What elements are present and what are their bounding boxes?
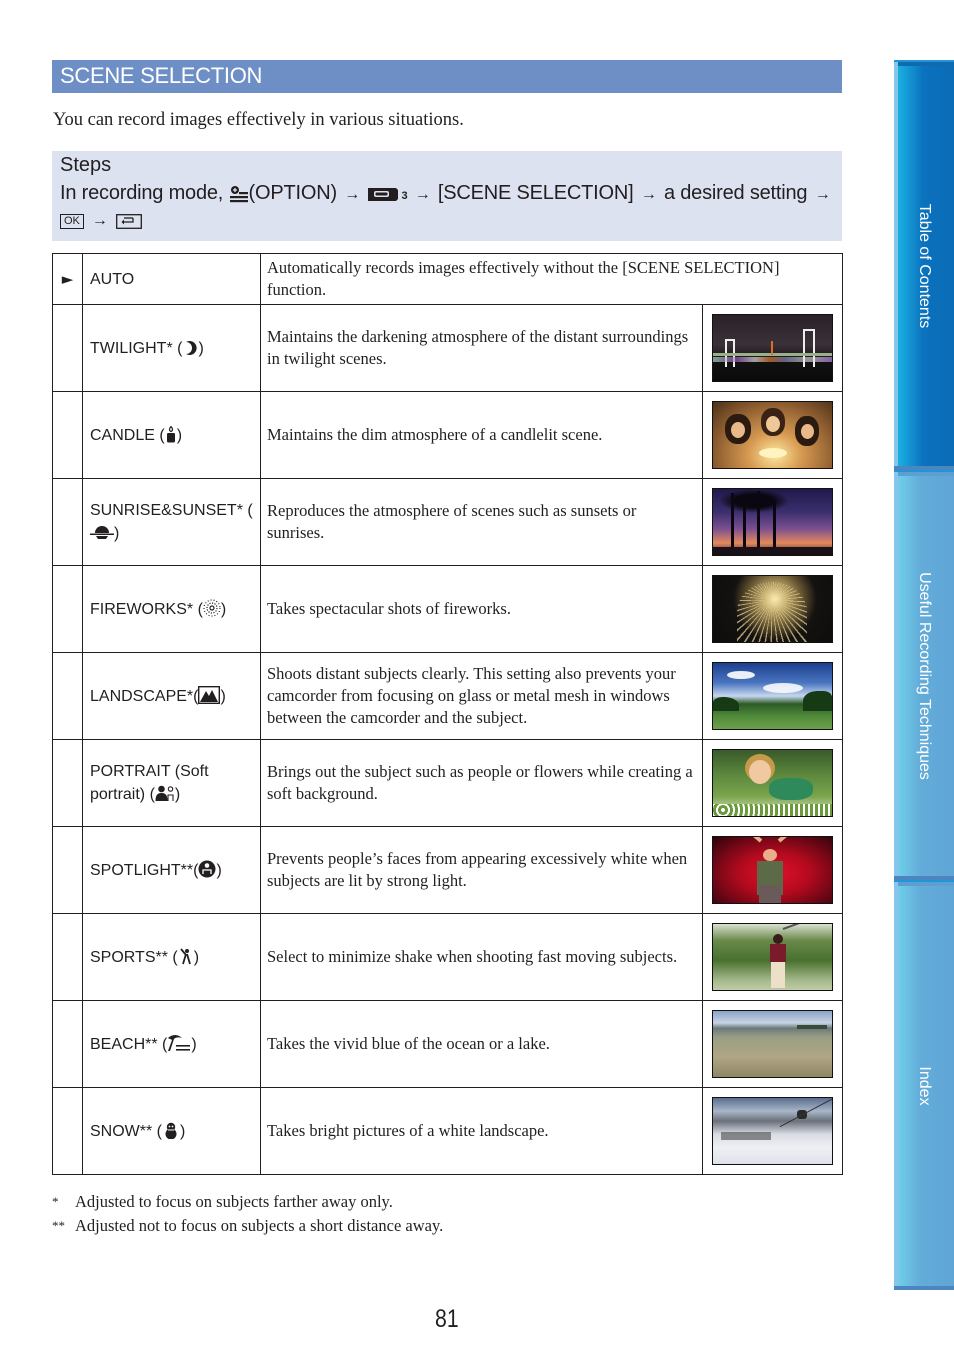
scene-description: Prevents people’s faces from appearing e… [260, 826, 703, 914]
scene-description: Reproduces the atmosphere of scenes such… [260, 478, 703, 566]
scene-name: FIREWORKS* () [82, 565, 261, 653]
scene-selection-table: ► AUTO Automatically records images effe… [52, 253, 843, 1175]
candle-icon [166, 425, 175, 442]
tab-index[interactable]: Index [894, 880, 954, 1290]
beach-palm-icon [168, 1034, 191, 1051]
steps-instruction: In recording mode, (OPTION) → 3 → [SCENE… [60, 182, 831, 204]
ski-slope-photo [712, 1097, 833, 1165]
scene-description: Maintains the dim atmosphere of a candle… [260, 391, 703, 479]
palm-sunset-photo [712, 488, 833, 556]
scene-description: Automatically records images effectively… [260, 253, 843, 305]
scene-name: PORTRAIT (Soft portrait) () [82, 739, 261, 827]
field-sky-photo [712, 662, 833, 730]
ok-button-icon: OK [60, 213, 84, 229]
scene-name: SPORTS** () [82, 913, 261, 1001]
page-number: 81 [435, 1305, 459, 1333]
sunset-icon [90, 526, 114, 539]
footnote: * Adjusted to focus on subjects farther a… [52, 1192, 393, 1211]
tab-label: Useful Recording Techniques [916, 572, 933, 780]
intro-text: You can record images effectively in var… [53, 110, 464, 130]
steps-box: Steps In recording mode, (OPTION) → 3 → … [52, 151, 842, 241]
sports-golfer-icon [180, 947, 191, 964]
tab-label: Index [916, 1066, 933, 1106]
steps-instruction-cont: OK → [60, 212, 142, 230]
table-row: CANDLE () Maintains the dim atmosphere o… [52, 391, 843, 479]
tab-table-of-contents[interactable]: Table of Contents [894, 60, 954, 470]
section-title: SCENE SELECTION [60, 63, 263, 88]
table-row: LANDSCAPE*() Shoots distant subjects cle… [52, 652, 843, 740]
scene-name: TWILIGHT* () [82, 304, 261, 392]
portrait-icon [155, 785, 174, 801]
scene-name: SNOW** () [82, 1087, 261, 1175]
golfer-photo [712, 923, 833, 991]
landscape-mountain-icon [198, 685, 221, 704]
camera-menu-icon [368, 187, 399, 201]
scene-description: Brings out the subject such as people or… [260, 739, 703, 827]
scene-name: SUNRISE&SUNSET* () [82, 478, 261, 566]
scene-name: CANDLE () [82, 391, 261, 479]
section-header: SCENE SELECTION [52, 60, 842, 93]
table-row: BEACH** () Takes the vivid blue of the o… [52, 1000, 843, 1088]
steps-label: Steps [60, 154, 112, 176]
tab-label: Table of Contents [916, 203, 933, 329]
default-marker: ► [52, 253, 83, 305]
scene-name: AUTO [82, 253, 261, 305]
spotlight-icon [198, 860, 216, 877]
scene-description: Maintains the darkening atmosphere of th… [260, 304, 703, 392]
night-bridge-photo [712, 314, 833, 382]
scene-description: Shoots distant subjects clearly. This se… [260, 652, 703, 740]
tab-useful-recording-techniques[interactable]: Useful Recording Techniques [894, 470, 954, 880]
twilight-moon-icon [186, 340, 198, 355]
scene-name: BEACH** () [82, 1000, 261, 1088]
table-row: SPOTLIGHT**() Prevents people’s faces fr… [52, 826, 843, 914]
stage-spotlight-photo [712, 836, 833, 904]
footnotes: * Adjusted to focus on subjects farther a… [52, 1190, 443, 1238]
table-row: FIREWORKS* () Takes spectacular shots of… [52, 565, 843, 653]
table-row: SUNRISE&SUNSET* () Reproduces the atmosp… [52, 478, 843, 566]
table-row: TWILIGHT* () Maintains the darkening atm… [52, 304, 843, 392]
scene-description: Takes bright pictures of a white landsca… [260, 1087, 703, 1175]
return-icon [115, 213, 142, 229]
scene-description: Select to minimize shake when shooting f… [260, 913, 703, 1001]
fireworks-icon [203, 598, 221, 617]
table-row: SPORTS** () Select to minimize shake whe… [52, 913, 843, 1001]
scene-description: Takes the vivid blue of the ocean or a l… [260, 1000, 703, 1088]
scene-name: SPOTLIGHT**() [82, 826, 261, 914]
boy-in-flowers-photo [712, 749, 833, 817]
scene-description: Takes spectacular shots of fireworks. [260, 565, 703, 653]
table-row: SNOW** () Takes bright pictures of a whi… [52, 1087, 843, 1175]
shallow-sea-photo [712, 1010, 833, 1078]
footnote: ** Adjusted not to focus on subjects a sh… [52, 1216, 444, 1235]
scene-name: LANDSCAPE*() [82, 652, 261, 740]
candlelit-birthday-photo [712, 401, 833, 469]
snowman-icon [165, 1122, 177, 1139]
option-icon [229, 185, 248, 202]
fireworks-photo [712, 575, 833, 643]
table-row: PORTRAIT (Soft portrait) () Brings out t… [52, 739, 843, 827]
table-row: ► AUTO Automatically records images effe… [52, 253, 843, 305]
